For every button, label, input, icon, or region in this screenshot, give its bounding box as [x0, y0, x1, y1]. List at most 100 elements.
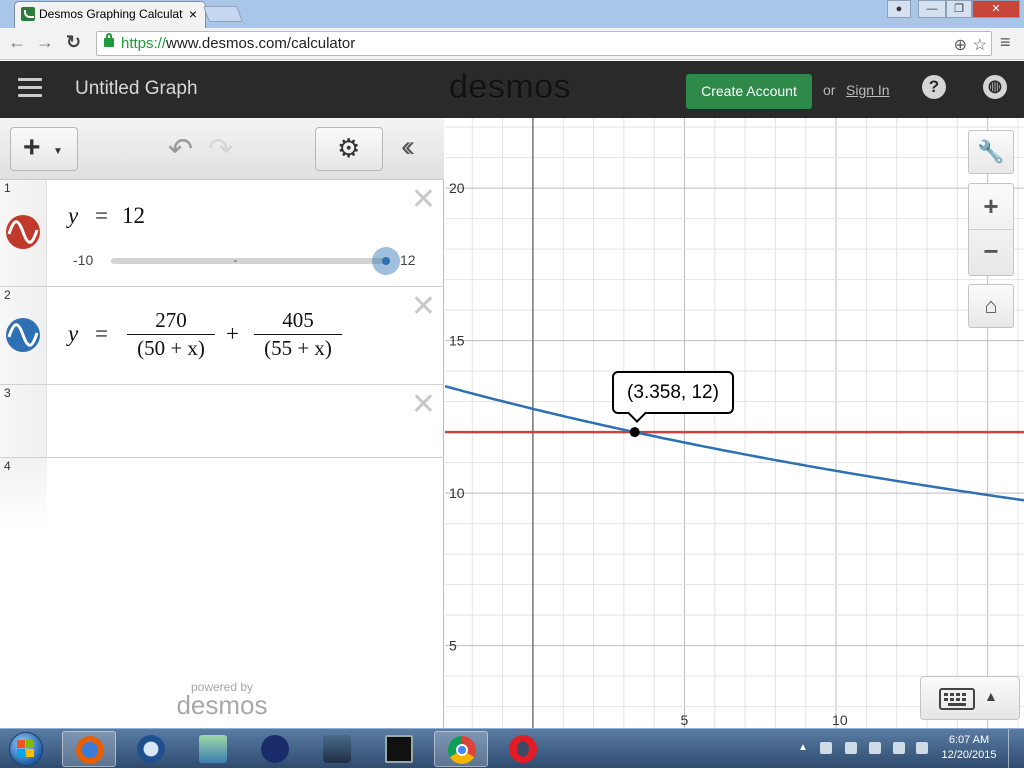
- delete-expression-2-icon[interactable]: ✕: [411, 292, 436, 322]
- expr1-rhs[interactable]: 12: [122, 203, 145, 229]
- blue-graph-toggle-icon[interactable]: [5, 317, 41, 353]
- keyboard-icon: [939, 688, 975, 710]
- globe-language-icon[interactable]: ◍: [983, 75, 1007, 99]
- collapse-panel-icon[interactable]: ‹‹: [401, 130, 415, 164]
- taskbar-spy-app[interactable]: [310, 731, 364, 767]
- fraction-1[interactable]: 270 (50 + x): [127, 308, 215, 361]
- expression-gutter: 1: [0, 180, 47, 286]
- tray-power-icon[interactable]: [893, 742, 905, 754]
- firefox-icon: [76, 736, 104, 764]
- y-tick-label: 20: [449, 180, 465, 196]
- redo-icon[interactable]: ↷: [208, 132, 233, 167]
- clock-time: 6:07 AM: [948, 734, 990, 746]
- show-hidden-icons-icon[interactable]: ▲: [798, 742, 808, 753]
- zoom-in-icon[interactable]: +: [969, 184, 1013, 230]
- browser-tab[interactable]: Desmos Graphing Calculat ×: [14, 1, 206, 28]
- taskbar-opera[interactable]: [496, 731, 550, 767]
- graph-settings-wrench-icon[interactable]: 🔧: [968, 130, 1014, 174]
- powered-by-desmos[interactable]: powered by desmos: [172, 681, 272, 718]
- chrome-menu-icon[interactable]: ≡: [1000, 32, 1011, 53]
- start-button[interactable]: [6, 731, 46, 767]
- show-desktop-button[interactable]: [1008, 729, 1024, 769]
- y-tick-label: 10: [449, 485, 465, 501]
- expression-row-4[interactable]: 4: [0, 458, 444, 528]
- zoom-icon[interactable]: ⊕: [954, 34, 967, 57]
- tab-title: Desmos Graphing Calculat: [39, 7, 183, 21]
- x-tick-label: 5: [680, 712, 688, 728]
- lock-icon: [104, 33, 114, 47]
- help-icon[interactable]: ?: [922, 75, 946, 99]
- delete-expression-3-icon[interactable]: ✕: [411, 390, 436, 420]
- expr2-lhs: y: [68, 321, 79, 346]
- home-reset-view-icon[interactable]: ⌂: [968, 284, 1014, 328]
- spy-icon: [323, 735, 351, 763]
- add-item-button[interactable]: + ▼: [10, 127, 78, 171]
- graph-paper[interactable]: 20 15 10 5 5 10: [445, 118, 1024, 728]
- taskbar-firefox[interactable]: [62, 731, 116, 767]
- address-bar[interactable]: https://www.desmos.com/calculator ⊕ ☆: [96, 31, 992, 56]
- blue-curve-rational: [445, 384, 1024, 502]
- y-tick-label: 5: [449, 638, 457, 654]
- zoom-out-icon[interactable]: −: [969, 230, 1013, 275]
- slider-track[interactable]: [111, 258, 386, 264]
- expression-panel: + ▼ ↶ ↷ ⚙ ‹‹ 1 y = 12 -10 12 ✕ 2 y = 270…: [0, 118, 444, 728]
- intersection-label[interactable]: (3.358, 12): [612, 371, 734, 414]
- fraction-1-denominator: (50 + x): [137, 336, 205, 360]
- intersection-point: [629, 427, 640, 438]
- network-app-icon: [199, 735, 227, 763]
- expression-number: 2: [4, 288, 11, 302]
- expression-number: 4: [4, 459, 11, 473]
- sign-in-link[interactable]: Sign In: [846, 82, 890, 98]
- slider-max[interactable]: 12: [400, 252, 416, 268]
- fraction-2-numerator: 405: [254, 308, 342, 335]
- forward-icon[interactable]: →: [36, 32, 54, 53]
- tray-volume-icon[interactable]: [916, 742, 928, 754]
- graph-title[interactable]: Untitled Graph: [75, 78, 198, 100]
- reload-icon[interactable]: ↻: [66, 32, 81, 53]
- taskbar-chrome[interactable]: [434, 731, 488, 767]
- slider-thumb[interactable]: [372, 247, 400, 275]
- back-icon[interactable]: ←: [8, 32, 26, 53]
- taskbar-eclipse[interactable]: [248, 731, 302, 767]
- expression-row-1[interactable]: 1 y = 12 -10 12 ✕: [0, 180, 444, 287]
- restore-button[interactable]: ❐: [946, 0, 972, 18]
- window-close-button[interactable]: ✕: [972, 0, 1020, 18]
- slider-min[interactable]: -10: [73, 252, 93, 268]
- taskbar-filezilla[interactable]: [186, 731, 240, 767]
- user-profile-icon[interactable]: ●: [887, 0, 911, 18]
- thunderbird-icon: [137, 735, 165, 763]
- plus-icon: +: [23, 131, 41, 164]
- chrome-icon: [448, 736, 476, 764]
- tray-flag-icon[interactable]: [869, 742, 881, 754]
- red-graph-toggle-icon[interactable]: [5, 214, 41, 250]
- delete-expression-1-icon[interactable]: ✕: [411, 185, 436, 215]
- bookmark-star-icon[interactable]: ☆: [973, 34, 987, 57]
- expression-row-2[interactable]: 2 y = 270 (50 + x) + 405 (55 + x) ✕: [0, 287, 444, 385]
- gear-icon: ⚙: [337, 133, 361, 163]
- eclipse-icon: [261, 735, 289, 763]
- zoom-controls: + −: [968, 183, 1014, 276]
- system-clock[interactable]: 6:07 AM 12/20/2015: [937, 733, 1001, 763]
- expr1-lhs: y: [68, 203, 79, 228]
- tray-device-icon[interactable]: [820, 742, 832, 754]
- minimize-button[interactable]: —: [918, 0, 946, 18]
- tab-close-icon[interactable]: ×: [189, 2, 197, 26]
- create-account-button[interactable]: Create Account: [686, 74, 812, 109]
- tray-windows-icon[interactable]: [845, 742, 857, 754]
- undo-icon[interactable]: ↶: [168, 132, 193, 167]
- expression-row-3[interactable]: 3 ✕: [0, 385, 444, 458]
- taskbar-command-prompt[interactable]: [372, 731, 426, 767]
- keyboard-toggle-button[interactable]: ▲: [920, 676, 1020, 720]
- hamburger-menu-icon[interactable]: [18, 78, 42, 98]
- plus-sign: +: [226, 321, 239, 346]
- expression-gutter: 2: [0, 287, 47, 384]
- x-tick-label: 10: [832, 712, 848, 728]
- fraction-2[interactable]: 405 (55 + x): [254, 308, 342, 361]
- browser-toolbar: ← → ↻ https://www.desmos.com/calculator …: [0, 28, 1024, 60]
- desmos-header: Untitled Graph desmos Create Account or …: [0, 61, 1024, 118]
- taskbar-thunderbird[interactable]: [124, 731, 178, 767]
- graph-canvas[interactable]: 20 15 10 5 5 10: [445, 118, 1024, 728]
- new-tab-button[interactable]: [203, 6, 243, 22]
- settings-button[interactable]: ⚙: [315, 127, 383, 171]
- slider-zero-tick: [234, 260, 237, 262]
